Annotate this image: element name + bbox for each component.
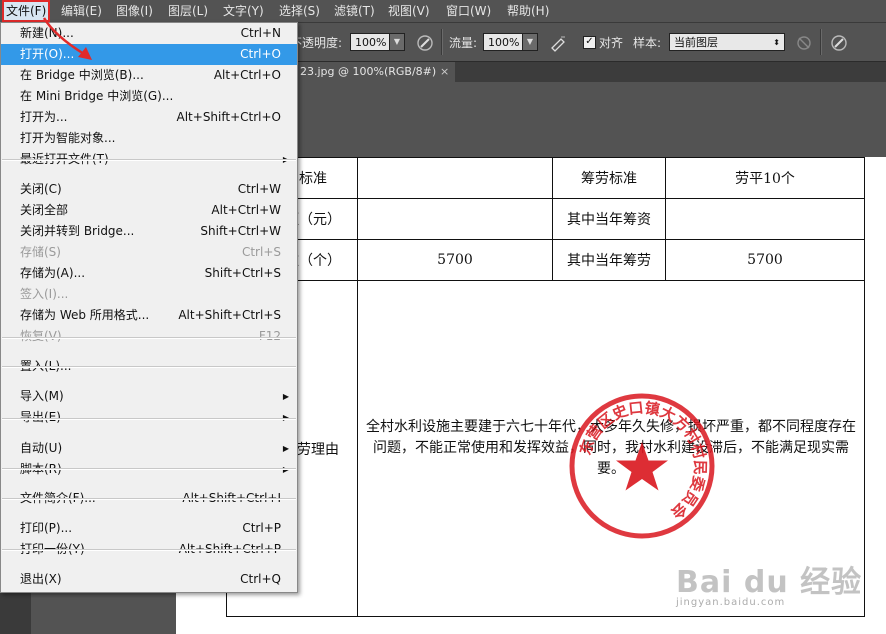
sample-select[interactable]: 当前图层 ⬍ (669, 33, 785, 51)
file-menu: 新建(N)... Ctrl+N 打开(O)... Ctrl+O 在 Bridge 中浏览… (0, 22, 298, 593)
menu-item-shortcut: Ctrl+O (240, 47, 281, 61)
menu-view[interactable]: 视图(V) (384, 0, 434, 22)
file-menu-item[interactable]: 关闭(C) Ctrl+W (1, 179, 297, 200)
doc-cell: 其中当年筹劳 (552, 239, 666, 281)
separator (441, 29, 443, 55)
doc-cell: 5700 (357, 239, 553, 281)
pressure-size-icon[interactable] (830, 34, 848, 52)
file-menu-item[interactable]: 打印(P)... Ctrl+P (1, 518, 297, 539)
document-tab-title: 23.jpg @ 100%(RGB/8#) (300, 65, 437, 78)
official-seal: 东营区史口镇大方村村民委员会 (569, 393, 715, 539)
file-menu-item[interactable]: 关闭全部 Alt+Ctrl+W (1, 200, 297, 221)
menu-separator (2, 159, 296, 161)
menu-separator (2, 549, 296, 551)
baidu-watermark: Bai du 经验 jingyan.baidu.com (676, 557, 862, 608)
align-checkbox[interactable]: ✓ (583, 36, 596, 49)
menu-item-shortcut: Alt+Ctrl+W (211, 203, 281, 217)
watermark-text: Bai du 经验 (676, 565, 863, 600)
sample-select-value: 当前图层 (674, 36, 718, 49)
menu-separator (2, 418, 296, 420)
flow-dropdown[interactable]: ▼ (522, 33, 538, 51)
opacity-field[interactable]: 100% (350, 33, 390, 51)
menu-select[interactable]: 选择(S) (275, 0, 324, 22)
file-menu-item[interactable]: 打开为... Alt+Shift+Ctrl+O (1, 107, 297, 128)
file-menu-item[interactable]: 退出(X) Ctrl+Q (1, 569, 297, 590)
menu-item-label: 签入(I)... (20, 287, 69, 301)
airbrush-icon[interactable] (549, 34, 567, 52)
menu-item-shortcut: Alt+Shift+Ctrl+S (178, 308, 281, 322)
document-tab[interactable]: 23.jpg @ 100%(RGB/8#) × (290, 62, 455, 82)
opacity-dropdown[interactable]: ▼ (389, 33, 405, 51)
seal-star-icon (616, 442, 668, 491)
menu-item-shortcut: Alt+Ctrl+O (213, 68, 281, 82)
file-menu-item[interactable]: 存储为 Web 所用格式... Alt+Shift+Ctrl+S (1, 305, 297, 326)
menu-item-label: 存储为 Web 所用格式... (20, 308, 150, 322)
menu-item-label: 打印(P)... (20, 521, 73, 535)
flow-label: 流量: (449, 36, 478, 50)
align-label: 对齐 (599, 36, 624, 50)
file-menu-item[interactable]: 打开为智能对象... (1, 128, 297, 149)
file-menu-item[interactable]: 自动(U) ▶ (1, 438, 297, 459)
submenu-arrow-icon: ▶ (282, 392, 289, 401)
menu-item-label: 存储为(A)... (20, 266, 86, 280)
separator (820, 29, 822, 55)
sample-label: 样本: (633, 36, 662, 50)
menu-item-label: 存储(S) (20, 245, 61, 259)
menu-separator (2, 498, 296, 500)
menu-item-label: 关闭(C) (20, 182, 62, 196)
menu-item-label: 自动(U) (20, 441, 63, 455)
menu-item-label: 打开为智能对象... (20, 131, 116, 145)
menu-window[interactable]: 窗口(W) (442, 0, 495, 22)
file-menu-item[interactable]: 存储(S) Ctrl+S (1, 242, 297, 263)
pressure-opacity-icon[interactable] (416, 34, 434, 52)
menu-item-label: 打开为... (20, 110, 68, 124)
file-menu-item[interactable]: 签入(I)... (1, 284, 297, 305)
menu-item-shortcut: Alt+Shift+Ctrl+O (176, 110, 281, 124)
menu-separator (2, 337, 296, 339)
select-arrows-icon: ⬍ (773, 38, 780, 47)
menu-item-shortcut: Ctrl+S (241, 245, 281, 259)
menu-separator (2, 468, 296, 470)
document-table: 标准 筹劳标准 劳平10个 额（元） 其中当年筹资 数（个） 5700 其中当年… (226, 157, 865, 617)
menu-item-shortcut: Ctrl+N (240, 26, 281, 40)
flow-field[interactable]: 100% (483, 33, 523, 51)
menu-filter[interactable]: 滤镜(T) (330, 0, 379, 22)
doc-cell (357, 157, 553, 199)
file-menu-item[interactable]: 存储为(A)... Shift+Ctrl+S (1, 263, 297, 284)
menu-item-shortcut: Ctrl+Q (240, 572, 281, 586)
doc-cell: 其中当年筹资 (552, 198, 666, 240)
doc-cell (665, 198, 865, 240)
menu-item-label: 关闭全部 (20, 203, 69, 217)
menu-item-shortcut: Shift+Ctrl+W (200, 224, 281, 238)
menu-item-label: 导入(M) (20, 389, 64, 403)
menu-item-label: 退出(X) (20, 572, 62, 586)
close-tab-icon[interactable]: × (440, 62, 449, 82)
menu-item-shortcut: Ctrl+P (242, 521, 281, 535)
annotation-arrow-icon (42, 17, 92, 60)
file-menu-item[interactable]: 在 Mini Bridge 中浏览(G)... (1, 86, 297, 107)
file-menu-item[interactable]: 导入(M) ▶ (1, 386, 297, 407)
menu-type[interactable]: 文字(Y) (219, 0, 268, 22)
menu-item-shortcut: Ctrl+W (237, 182, 281, 196)
menu-layer[interactable]: 图层(L) (164, 0, 212, 22)
ignore-adjustment-layers-icon[interactable] (795, 34, 813, 52)
doc-cell: 劳平10个 (665, 157, 865, 199)
file-menu-item[interactable]: 关闭并转到 Bridge... Shift+Ctrl+W (1, 221, 297, 242)
doc-cell: 5700 (665, 239, 865, 281)
doc-cell (357, 198, 553, 240)
menu-item-label: 在 Mini Bridge 中浏览(G)... (20, 89, 174, 103)
menu-separator (2, 366, 296, 368)
menu-item-label: 关闭并转到 Bridge... (20, 224, 135, 238)
menu-help[interactable]: 帮助(H) (503, 0, 553, 22)
submenu-arrow-icon: ▶ (282, 444, 289, 453)
doc-cell: 筹劳标准 (552, 157, 666, 199)
menu-bar: 文件(F) 编辑(E) 图像(I) 图层(L) 文字(Y) 选择(S) 滤镜(T… (0, 0, 886, 23)
menu-item-shortcut: Shift+Ctrl+S (204, 266, 281, 280)
